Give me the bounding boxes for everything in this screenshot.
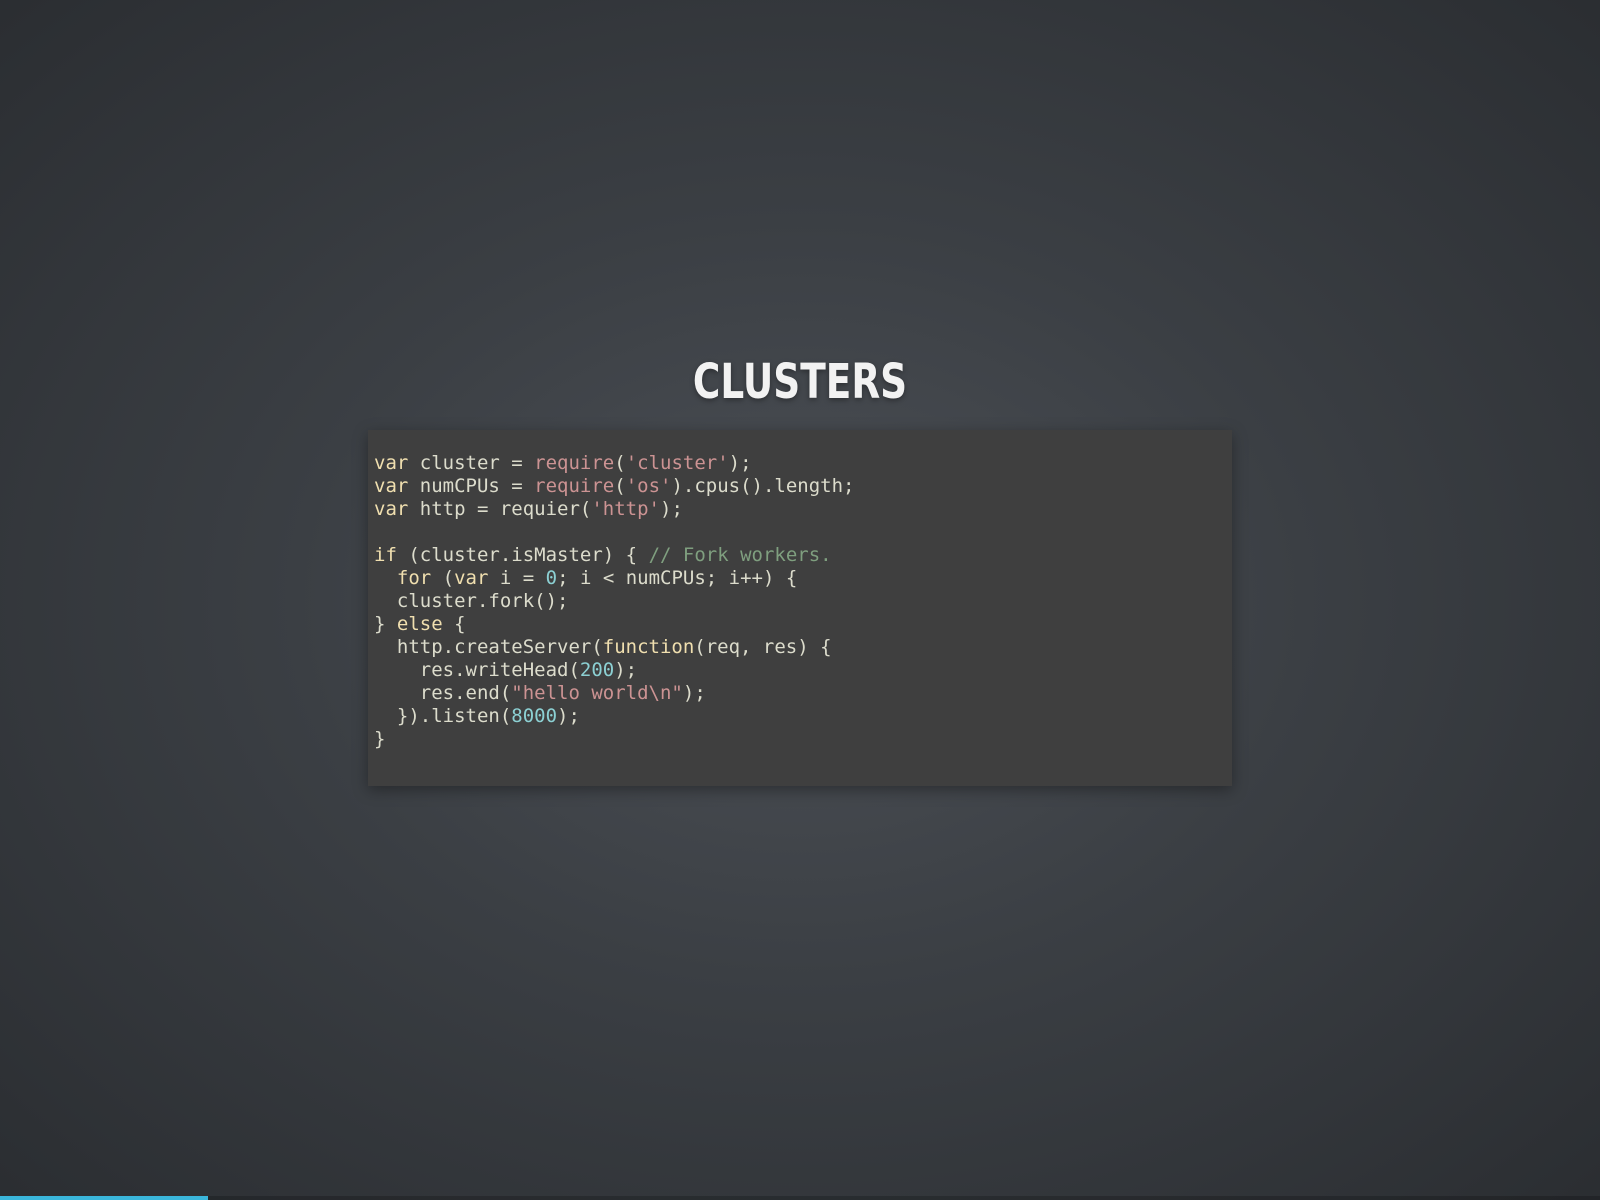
code-token-plain: ); <box>728 452 752 474</box>
code-listing: var cluster = require('cluster'); var num… <box>374 452 1226 751</box>
code-token-keyword: var <box>454 567 489 589</box>
code-token-function-name: require <box>534 475 615 497</box>
code-token-plain: (cluster.isMaster) { <box>396 544 649 566</box>
code-token-plain: ); <box>614 659 638 681</box>
code-token-function-name: require <box>534 452 615 474</box>
code-token-plain: cluster.fork(); <box>374 590 569 612</box>
code-token-plain: res.end( <box>374 682 512 704</box>
code-line: if (cluster.isMaster) { // Fork workers. <box>374 544 1226 567</box>
code-token-number: 8000 <box>511 705 558 727</box>
code-token-string: 'cluster' <box>625 452 729 474</box>
code-token-plain: res.writeHead( <box>374 659 580 681</box>
code-token-keyword: else <box>396 613 443 635</box>
presentation-progress-fill <box>0 1196 208 1200</box>
code-token-plain: { <box>442 613 466 635</box>
code-token-plain: ); <box>557 705 580 727</box>
code-line: } else { <box>374 613 1226 636</box>
code-token-keyword: var <box>374 475 409 497</box>
code-token-number: 200 <box>579 659 615 681</box>
code-token-string: 'os' <box>625 475 672 497</box>
slide: CLUSTERS var cluster = require('cluster'… <box>0 0 1600 1200</box>
code-token-plain: i = <box>488 567 546 589</box>
slide-title: CLUSTERS <box>692 354 908 410</box>
code-block: var cluster = require('cluster'); var num… <box>368 430 1232 786</box>
code-line: var cluster = require('cluster'); <box>374 452 1226 475</box>
code-token-plain: ( <box>614 475 626 497</box>
code-line: var numCPUs = require('os').cpus().lengt… <box>374 475 1226 498</box>
code-token-plain: ( <box>431 567 455 589</box>
code-token-plain: ; i < numCPUs; i++) { <box>557 567 798 589</box>
presentation-progress-bar <box>0 1196 1600 1200</box>
code-body: var cluster = require('cluster'); var num… <box>374 452 1226 751</box>
code-token-plain: }).listen( <box>374 705 512 727</box>
code-token-keyword: var <box>374 498 409 520</box>
code-token-plain: ( <box>614 452 626 474</box>
code-token-plain: (req, res) { <box>694 636 832 658</box>
code-token-keyword: function <box>602 636 695 658</box>
code-line: for (var i = 0; i < numCPUs; i++) { <box>374 567 1226 590</box>
code-line: }).listen(8000); <box>374 705 1226 728</box>
code-token-plain: } <box>374 728 386 750</box>
code-token-plain: ); <box>682 682 706 704</box>
code-token-keyword: for <box>396 567 432 589</box>
code-token-plain: numCPUs = <box>408 475 535 497</box>
code-token-keyword: if <box>374 544 397 566</box>
code-token-plain: http.createServer( <box>374 636 603 658</box>
code-token-plain: ).cpus().length; <box>671 475 855 497</box>
code-token-number: 0 <box>545 567 558 589</box>
code-line: res.end("hello world\n"); <box>374 682 1226 705</box>
code-line: http.createServer(function(req, res) { <box>374 636 1226 659</box>
code-token-keyword: var <box>374 452 409 474</box>
code-token-string: "hello world\n" <box>511 682 683 704</box>
code-token-plain: } <box>374 613 397 635</box>
code-token-plain: ); <box>660 498 683 520</box>
code-token-plain: cluster = <box>408 452 535 474</box>
code-line: cluster.fork(); <box>374 590 1226 613</box>
code-token-string: 'http' <box>591 498 660 520</box>
code-line: } <box>374 728 1226 751</box>
code-line: var http = requier('http'); <box>374 498 1226 521</box>
code-line: res.writeHead(200); <box>374 659 1226 682</box>
code-token-plain: http = requier( <box>408 498 592 520</box>
code-token-comment: // Fork workers. <box>648 544 832 566</box>
